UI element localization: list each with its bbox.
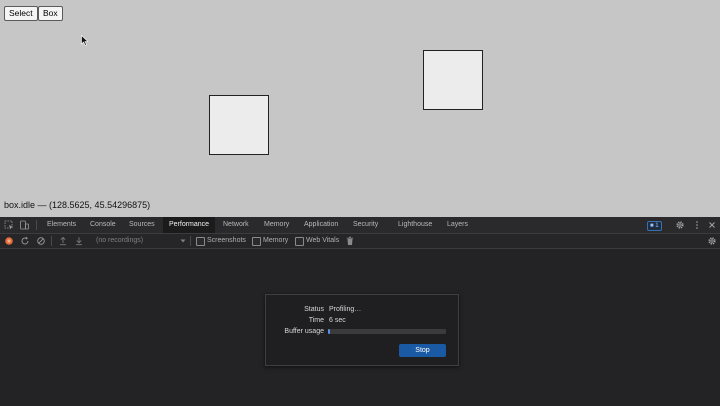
box-button[interactable]: Box (38, 6, 63, 21)
screenshots-label: Screenshots (207, 237, 246, 244)
issues-icon: ■ (650, 223, 654, 229)
toolbar-divider (36, 220, 37, 230)
status-value: Profiling… (329, 306, 362, 313)
tab-sources[interactable]: Sources (129, 217, 155, 233)
buffer-usage-label: Buffer usage (284, 328, 324, 335)
memory-checkbox[interactable] (252, 237, 261, 246)
canvas-box[interactable] (423, 50, 483, 110)
inspect-element-icon[interactable] (4, 220, 14, 230)
canvas-box[interactable] (209, 95, 269, 155)
page-viewport: Select Box box.idle — (128.5625, 45.5429… (0, 0, 720, 217)
status-line: box.idle — (128.5625, 45.54296875) (4, 200, 151, 210)
chevron-down-icon (180, 239, 186, 243)
profiling-status-dialog: Status Profiling… Time 6 sec Buffer usag… (265, 294, 459, 366)
issues-badge[interactable]: ■ 1 (647, 221, 662, 231)
issues-count: 1 (655, 223, 659, 229)
buffer-usage-fill (328, 329, 331, 334)
mouse-cursor-icon (81, 35, 89, 46)
tab-security[interactable]: Security (353, 217, 378, 233)
recordings-select[interactable]: (no recordings) (96, 234, 143, 248)
screenshots-checkbox[interactable] (196, 237, 205, 246)
time-value: 6 sec (329, 317, 346, 324)
stop-button[interactable]: Stop (399, 344, 446, 357)
clear-icon[interactable] (36, 236, 46, 246)
download-icon[interactable] (74, 236, 84, 246)
tab-lighthouse[interactable]: Lighthouse (398, 217, 432, 233)
record-icon[interactable] (4, 236, 14, 246)
tab-elements[interactable]: Elements (47, 217, 76, 233)
performance-toolbar: (no recordings) Screenshots Memory Web V… (0, 234, 720, 249)
reload-icon[interactable] (20, 236, 30, 246)
trash-icon[interactable] (345, 236, 355, 246)
tab-memory[interactable]: Memory (264, 217, 289, 233)
web-vitals-checkbox[interactable] (295, 237, 304, 246)
tab-application[interactable]: Application (304, 217, 338, 233)
status-label: Status (304, 306, 324, 313)
devtools-panel: Elements Console Sources Performance Net… (0, 217, 720, 406)
kebab-menu-icon[interactable] (692, 220, 702, 230)
time-label: Time (308, 317, 324, 324)
upload-icon[interactable] (58, 236, 68, 246)
device-toolbar-icon[interactable] (19, 220, 29, 230)
toolbar-divider (51, 236, 52, 246)
buffer-usage-bar (328, 329, 446, 334)
select-button[interactable]: Select (4, 6, 38, 21)
gear-icon[interactable] (707, 236, 717, 246)
tab-network[interactable]: Network (223, 217, 249, 233)
devtools-tab-bar: Elements Console Sources Performance Net… (0, 217, 720, 234)
toolbar-divider (190, 236, 191, 246)
tab-performance[interactable]: Performance (163, 217, 216, 233)
gear-icon[interactable] (675, 220, 685, 230)
close-icon[interactable] (707, 220, 717, 230)
tab-layers[interactable]: Layers (447, 217, 468, 233)
memory-label: Memory (263, 237, 289, 244)
tab-console[interactable]: Console (90, 217, 116, 233)
web-vitals-label: Web Vitals (306, 237, 340, 244)
